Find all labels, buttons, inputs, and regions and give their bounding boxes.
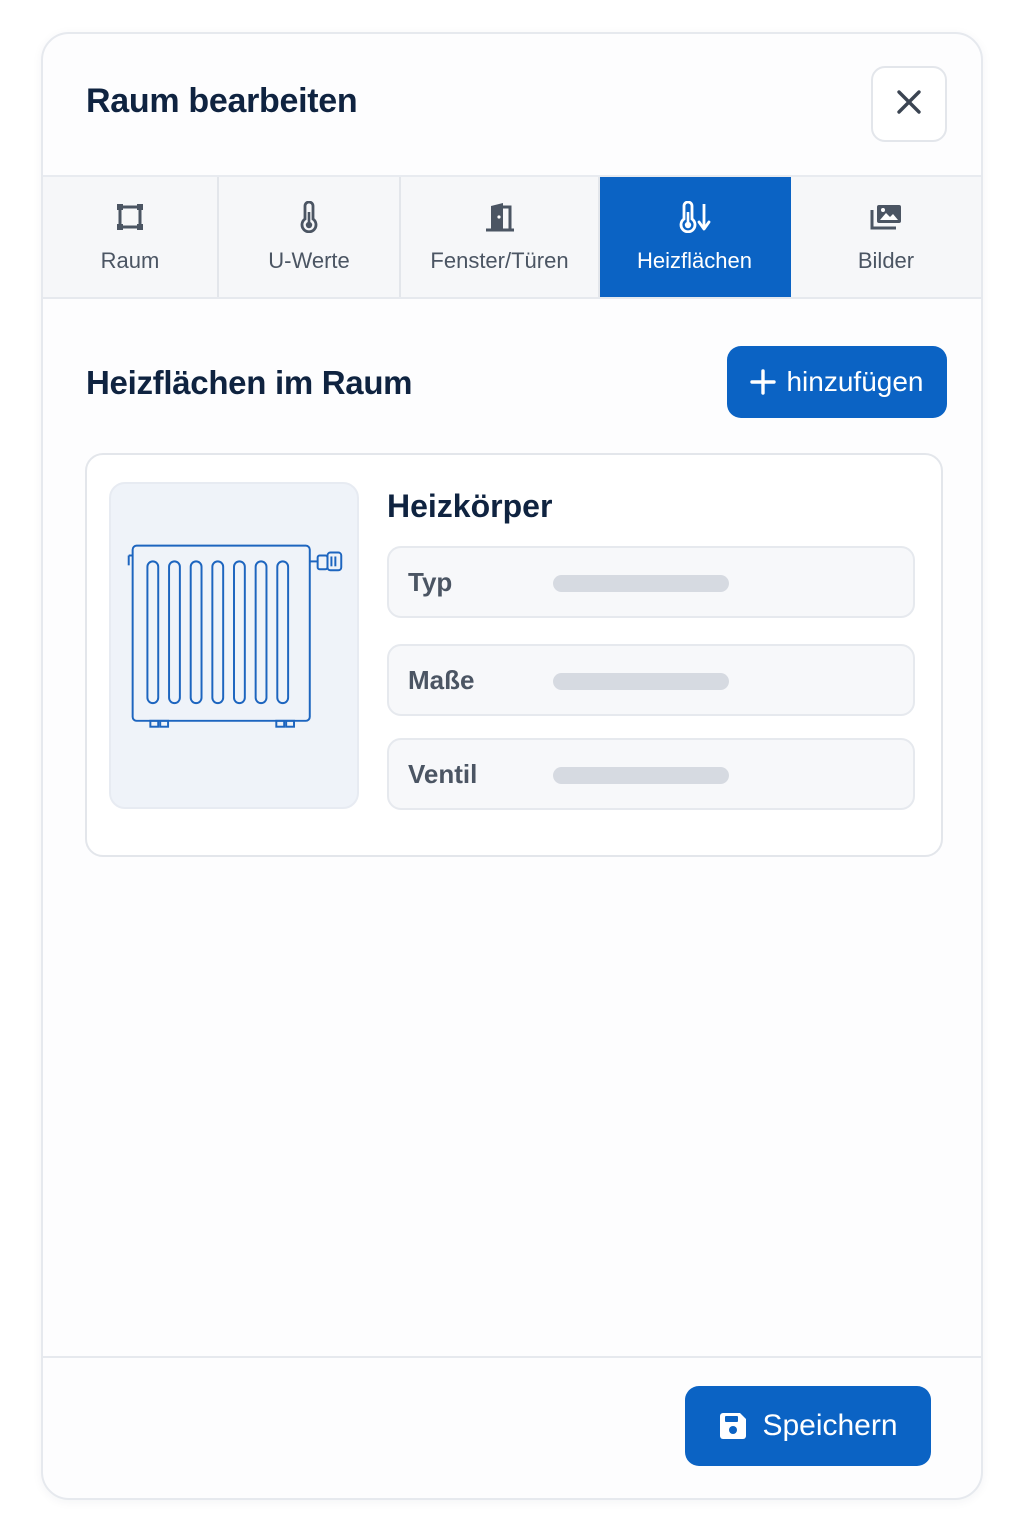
tab-label: Raum	[100, 248, 160, 273]
tab-bilder[interactable]: Bilder	[791, 177, 981, 297]
door-icon	[483, 200, 517, 234]
close-icon	[896, 89, 922, 120]
field-masse[interactable]: Maße	[387, 644, 915, 716]
tab-bar: Raum U-Werte Fenster/Türen Heizflächen B…	[43, 177, 981, 299]
save-button-label: Speichern	[762, 1409, 898, 1442]
room-outline-icon	[115, 200, 145, 234]
field-typ[interactable]: Typ	[387, 546, 915, 618]
field-ventil[interactable]: Ventil	[387, 738, 915, 810]
save-button[interactable]: Speichern	[685, 1386, 931, 1466]
field-value-placeholder	[553, 575, 729, 592]
tab-label: Heizflächen	[637, 248, 752, 273]
thermometer-icon	[298, 200, 320, 234]
field-value-placeholder	[553, 673, 729, 690]
dialog-title: Raum bearbeiten	[86, 82, 358, 120]
close-button[interactable]	[871, 66, 947, 142]
radiator-illustration	[109, 482, 359, 809]
add-button-label: hinzufügen	[786, 366, 924, 397]
heating-surface-card: Heizkörper Typ Maße Ventil	[85, 453, 943, 857]
tab-fenster-tueren[interactable]: Fenster/Türen	[401, 177, 600, 297]
tab-label: Fenster/Türen	[430, 248, 569, 273]
card-title: Heizkörper	[387, 488, 553, 524]
field-label: Maße	[408, 664, 475, 695]
tab-heizflaechen[interactable]: Heizflächen	[600, 177, 791, 297]
add-heating-button[interactable]: hinzufügen	[727, 346, 947, 418]
plus-icon	[750, 369, 777, 395]
images-icon	[868, 200, 904, 234]
tab-raum[interactable]: Raum	[43, 177, 219, 297]
tab-u-werte[interactable]: U-Werte	[219, 177, 401, 297]
tab-label: Bilder	[857, 248, 915, 273]
field-label: Ventil	[408, 758, 478, 789]
floppy-disk-icon	[718, 1411, 748, 1441]
dialog-header: Raum bearbeiten	[43, 34, 981, 177]
heating-thermometer-icon	[678, 200, 712, 234]
field-label: Typ	[408, 566, 453, 597]
tab-label: U-Werte	[268, 248, 350, 273]
dialog-footer: Speichern	[43, 1356, 981, 1498]
section-title: Heizflächen im Raum	[86, 364, 413, 401]
edit-room-dialog: Raum bearbeiten Raum U-Werte Fenster/Tür…	[41, 32, 983, 1500]
field-value-placeholder	[553, 767, 729, 784]
